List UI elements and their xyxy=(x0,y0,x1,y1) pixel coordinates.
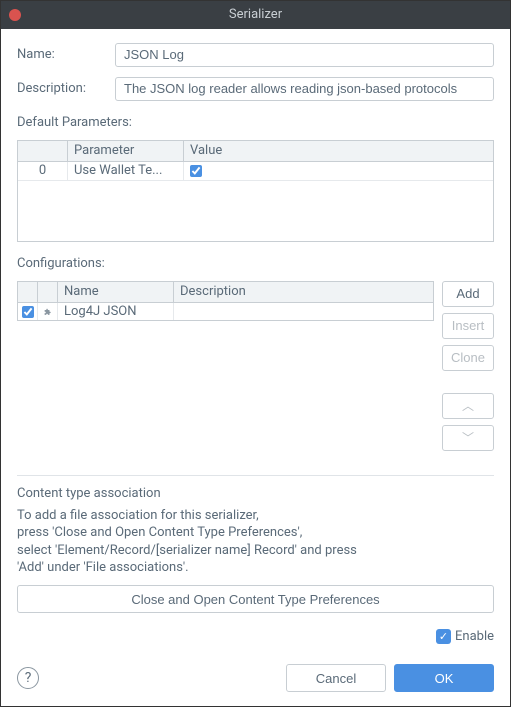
cell-parameter: Use Wallet Te... xyxy=(68,162,184,180)
help-icon[interactable]: ? xyxy=(17,667,39,689)
configs-table: Name Description Log4J JSON xyxy=(17,281,434,321)
description-label: Description: xyxy=(17,81,107,96)
cell-value[interactable] xyxy=(184,162,493,180)
description-input[interactable] xyxy=(115,77,494,101)
titlebar: Serializer xyxy=(1,1,510,29)
add-button[interactable]: Add xyxy=(442,281,494,307)
configs-table-wrap: Name Description Log4J JSON xyxy=(17,281,434,321)
col-name[interactable]: Name xyxy=(58,282,174,302)
cell-icon xyxy=(38,303,58,321)
col-check xyxy=(18,282,38,302)
puzzle-icon xyxy=(44,305,51,319)
move-down-button[interactable]: ﹀ xyxy=(442,425,494,451)
enable-row: ✓ Enable xyxy=(17,629,494,644)
configs-side-buttons: Add Insert Clone ︿ ﹀ xyxy=(442,281,494,451)
description-row: Description: xyxy=(17,77,494,101)
move-up-button[interactable]: ︿ xyxy=(442,393,494,419)
configs-row: Name Description Log4J JSON xyxy=(17,281,494,451)
content-assoc-text: To add a file association for this seria… xyxy=(17,507,494,577)
col-parameter[interactable]: Parameter xyxy=(68,141,184,161)
default-params-header: Parameter Value xyxy=(18,141,493,162)
content-type-association: Content type association To add a file a… xyxy=(17,475,494,613)
ok-button[interactable]: OK xyxy=(394,664,494,692)
serializer-dialog: Serializer Name: Description: Default Pa… xyxy=(0,0,511,707)
col-index xyxy=(18,141,68,161)
table-row[interactable]: 0 Use Wallet Te... xyxy=(18,162,493,181)
enable-checkbox[interactable]: ✓ xyxy=(436,629,451,644)
col-value[interactable]: Value xyxy=(184,141,493,161)
col-desc[interactable]: Description xyxy=(174,282,433,302)
table-row[interactable]: Log4J JSON xyxy=(18,303,433,321)
window-title: Serializer xyxy=(1,7,510,22)
default-params-label: Default Parameters: xyxy=(17,115,494,130)
spacer xyxy=(442,377,494,387)
dialog-content: Name: Description: Default Parameters: P… xyxy=(1,29,510,706)
name-input[interactable] xyxy=(115,43,494,67)
configs-header: Name Description xyxy=(18,282,433,303)
col-icon xyxy=(38,282,58,302)
footer-buttons: Cancel OK xyxy=(286,664,494,692)
dialog-footer: ? Cancel OK xyxy=(17,664,494,692)
cell-check[interactable] xyxy=(18,303,38,321)
param-checkbox[interactable] xyxy=(190,165,202,177)
default-params-table: Parameter Value 0 Use Wallet Te... xyxy=(17,140,494,242)
cell-desc xyxy=(174,303,433,321)
content-assoc-title: Content type association xyxy=(17,486,494,501)
enable-label: Enable xyxy=(455,629,494,644)
cell-index: 0 xyxy=(18,162,68,180)
configs-label: Configurations: xyxy=(17,256,494,271)
cell-name: Log4J JSON xyxy=(58,303,174,321)
cancel-button[interactable]: Cancel xyxy=(286,664,386,692)
name-label: Name: xyxy=(17,47,107,62)
clone-button[interactable]: Clone xyxy=(442,345,494,371)
chevron-down-icon: ﹀ xyxy=(462,429,474,446)
chevron-up-icon: ︿ xyxy=(462,397,474,414)
name-row: Name: xyxy=(17,43,494,67)
insert-button[interactable]: Insert xyxy=(442,313,494,339)
open-content-prefs-button[interactable]: Close and Open Content Type Preferences xyxy=(17,585,494,613)
config-checkbox[interactable] xyxy=(22,306,34,318)
